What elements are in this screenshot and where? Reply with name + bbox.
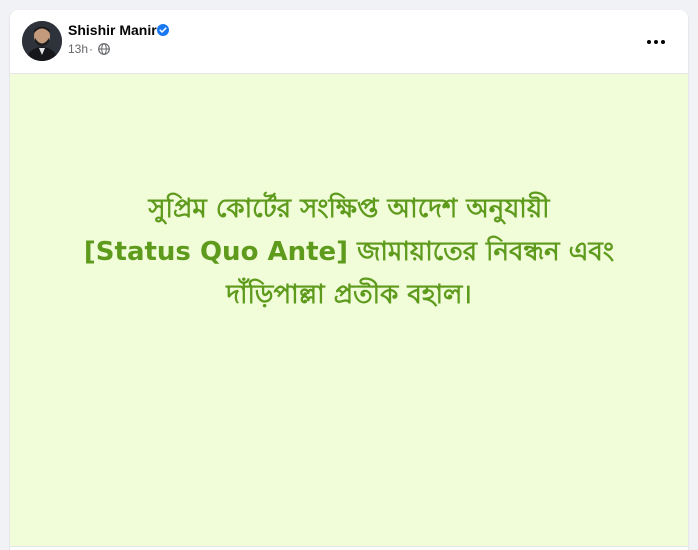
more-dot (654, 40, 658, 44)
verified-badge-icon (157, 24, 169, 36)
avatar[interactable] (22, 21, 62, 61)
post-text-line: দাঁড়িপাল্লা প্রতীক বহাল। (226, 280, 472, 310)
post-meta: 13h· (68, 42, 94, 56)
more-dot (647, 40, 651, 44)
post-time[interactable]: 13h (68, 42, 88, 56)
author-name[interactable]: Shishir Manir (68, 22, 157, 38)
post-text-line: [Status Quo Ante] জামায়াতের নিবন্ধন এবং (83, 237, 615, 267)
globe-icon[interactable] (98, 43, 110, 55)
post-text-line: সুপ্রিম কোর্টের সংক্ষিপ্ত আদেশ অনুযায়ী (148, 194, 550, 224)
meta-separator: · (89, 42, 94, 56)
post-header: Shishir Manir 13h· (10, 10, 688, 73)
post-card: Shishir Manir 13h· সুপ্রিম কোর্টের সংক্ষ… (10, 10, 688, 550)
post-text: সুপ্রিম কোর্টের সংক্ষিপ্ত আদেশ অনুযায়ী … (30, 188, 668, 317)
more-dot (661, 40, 665, 44)
avatar-photo (22, 21, 62, 61)
more-options-button[interactable] (638, 24, 674, 60)
